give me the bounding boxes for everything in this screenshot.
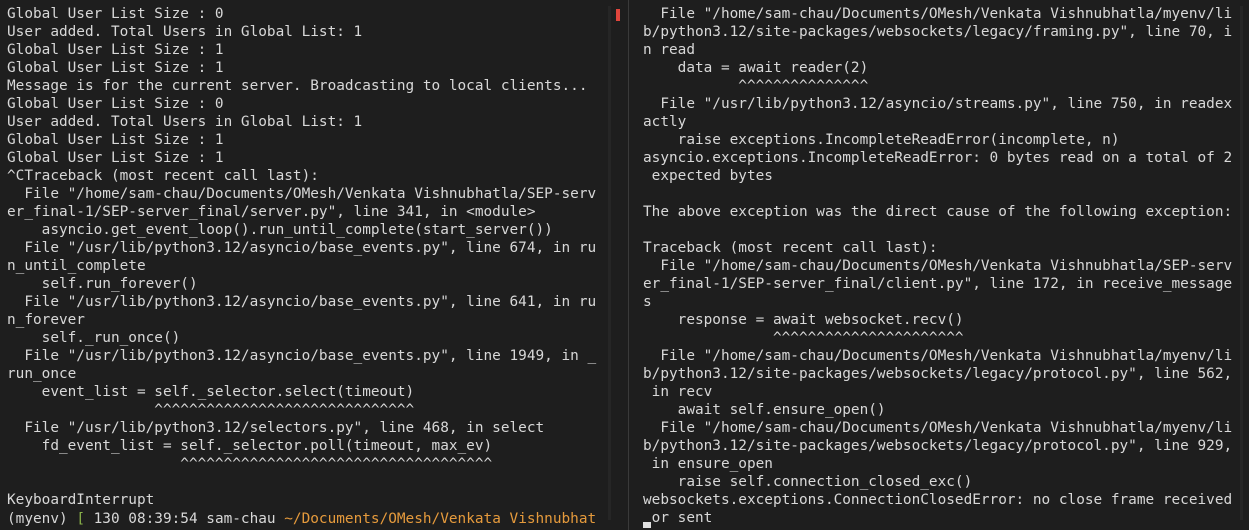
terminal-line: in ensure_open: [643, 456, 773, 472]
terminal-line: self._run_once(): [7, 330, 181, 346]
terminal-line: data = await reader(2): [643, 60, 869, 76]
terminal-line: b/python3.12/site-packages/websockets/le…: [643, 24, 1233, 40]
terminal-line: File "/home/sam-chau/Documents/OMesh/Ven…: [7, 186, 597, 202]
scroll-position-marker: [616, 9, 620, 21]
prompt-bracket: [: [76, 511, 94, 527]
prompt-env: (myenv): [7, 511, 77, 527]
terminal-line: The above exception was the direct cause…: [643, 204, 1233, 220]
terminal-line: websockets.exceptions.ConnectionClosedEr…: [643, 492, 1233, 508]
terminal-line: n_forever: [7, 312, 85, 328]
terminal-line: ^^^^^^^^^^^^^^^^^^^^^^^^^^^^^^: [7, 402, 415, 418]
terminal-line: run_once: [7, 366, 77, 382]
terminal-line: Global User List Size : 1: [7, 42, 224, 58]
terminal-line: er_final-1/SEP-server_final/server.py", …: [7, 204, 536, 220]
terminal-line: er_final-1/SEP-server_final/client.py", …: [643, 276, 1233, 292]
terminal-line: in recv: [643, 384, 713, 400]
terminal-line: File "/home/sam-chau/Documents/OMesh/Ven…: [643, 348, 1233, 364]
terminal-line: b/python3.12/site-packages/websockets/le…: [643, 438, 1233, 454]
terminal-line: self.run_forever(): [7, 276, 198, 292]
terminal-line: File "/usr/lib/python3.12/asyncio/base_e…: [7, 348, 597, 364]
terminal-line: File "/home/sam-chau/Documents/OMesh/Ven…: [643, 258, 1233, 274]
terminal-pane-right[interactable]: File "/home/sam-chau/Documents/OMesh/Ven…: [637, 0, 1249, 530]
terminal-line: ^^^^^^^^^^^^^^^^^^^^^^: [643, 330, 964, 346]
terminal-line: raise self.connection_closed_exc(): [643, 474, 973, 490]
terminal-line: File "/usr/lib/python3.12/asyncio/base_e…: [7, 294, 597, 310]
terminal-line: File "/usr/lib/python3.12/selectors.py",…: [7, 420, 545, 436]
terminal-pane-left[interactable]: Global User List Size : 0 User added. Tot…: [0, 0, 607, 530]
terminal-line: User added. Total Users in Global List: …: [7, 24, 363, 40]
terminal-line: n_until_complete: [7, 258, 146, 274]
terminal-line: s: [643, 294, 652, 310]
terminal-line: Global User List Size : 1: [7, 150, 224, 166]
terminal-line: Global User List Size : 0: [7, 96, 224, 112]
terminal-line: ^^^^^^^^^^^^^^^^^^^^^^^^^^^^^^^^^^^^: [7, 456, 493, 472]
terminal-line: n read: [643, 42, 695, 58]
terminal-line: raise exceptions.IncompleteReadError(inc…: [643, 132, 1120, 148]
terminal-line: File "/home/sam-chau/Documents/OMesh/Ven…: [643, 420, 1233, 436]
terminal-line: expected bytes: [643, 168, 773, 184]
terminal-line: File "/usr/lib/python3.12/asyncio/stream…: [643, 96, 1233, 112]
terminal-cursor: [643, 522, 651, 528]
terminal-line: asyncio.exceptions.IncompleteReadError: …: [643, 150, 1233, 166]
terminal-line: event_list = self._selector.select(timeo…: [7, 384, 415, 400]
terminal-line: Traceback (most recent call last):: [643, 240, 938, 256]
terminal-line: Global User List Size : 0: [7, 6, 224, 22]
terminal-line: Message is for the current server. Broad…: [7, 78, 588, 94]
terminal-line: fd_event_list = self._selector.poll(time…: [7, 438, 493, 454]
terminal-line: File "/home/sam-chau/Documents/OMesh/Ven…: [643, 6, 1233, 22]
prompt-path: ~/Documents/OMesh/Venkata Vishnubhat: [284, 511, 597, 527]
terminal-line: await self.ensure_open(): [643, 402, 886, 418]
terminal-line: or sent: [643, 510, 713, 526]
shell-prompt[interactable]: (myenv) [ 130 08:39:54 sam-chau ~/Docume…: [7, 510, 605, 528]
terminal-line: Global User List Size : 1: [7, 132, 224, 148]
scrollbar-right[interactable]: [1240, 6, 1243, 520]
terminal-line: response = await websocket.recv(): [643, 312, 964, 328]
terminal-line: b/python3.12/site-packages/websockets/le…: [643, 366, 1233, 382]
terminal-line: KeyboardInterrupt: [7, 492, 155, 508]
terminal-line: ^CTraceback (most recent call last):: [7, 168, 319, 184]
terminal-line: User added. Total Users in Global List: …: [7, 114, 363, 130]
prompt-exit-code: 130: [93, 511, 129, 527]
pane-divider[interactable]: [628, 0, 629, 530]
prompt-time: 08:39:54: [128, 511, 207, 527]
scrollbar-left[interactable]: [608, 6, 611, 520]
terminal-line: ^^^^^^^^^^^^^^^: [643, 78, 869, 94]
terminal-line: Global User List Size : 1: [7, 60, 224, 76]
terminal-line: File "/usr/lib/python3.12/asyncio/base_e…: [7, 240, 597, 256]
terminal-line: asyncio.get_event_loop().run_until_compl…: [7, 222, 553, 238]
terminal-line: actly: [643, 114, 687, 130]
prompt-user: sam-chau: [206, 511, 285, 527]
